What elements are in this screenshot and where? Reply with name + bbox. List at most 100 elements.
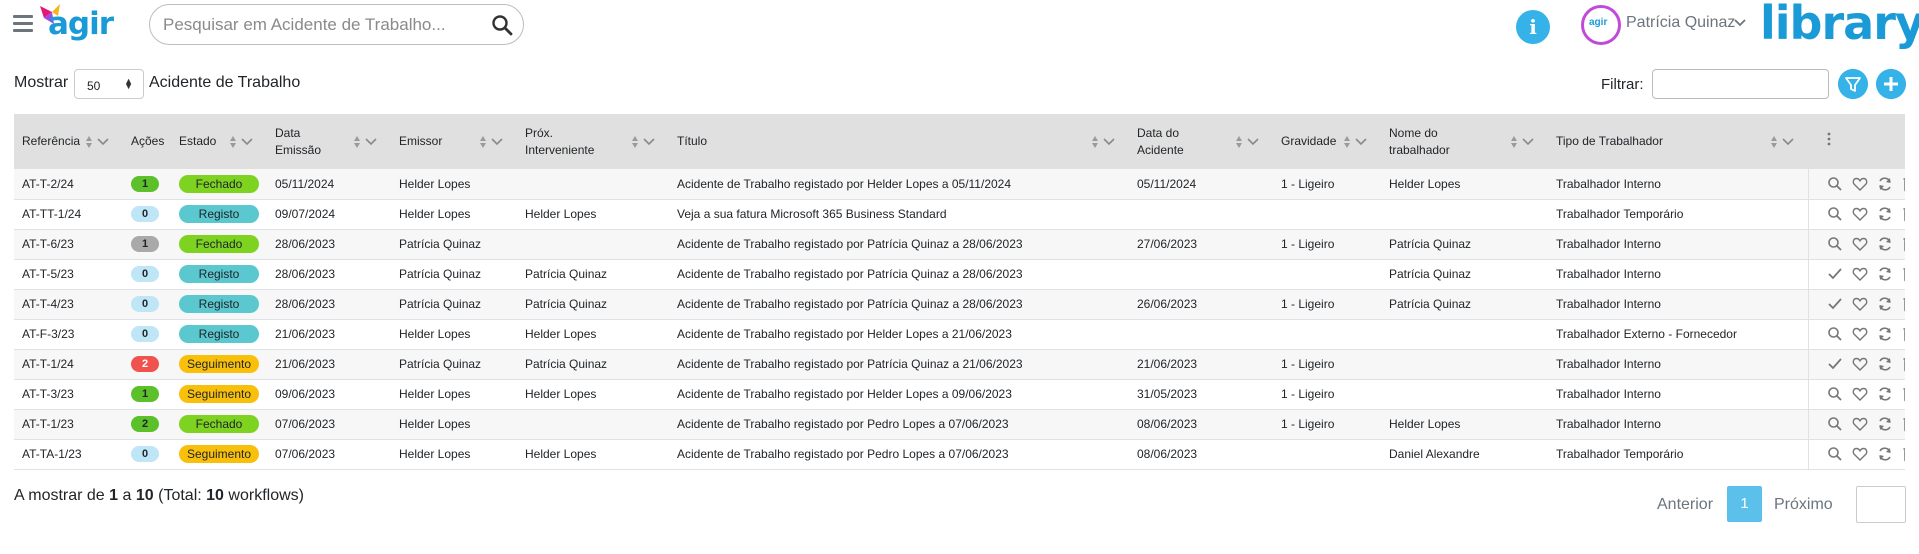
sort-icon[interactable] — [85, 134, 113, 150]
heart-icon[interactable] — [1852, 386, 1868, 402]
view-icon[interactable] — [1827, 326, 1843, 342]
sort-icon[interactable] — [631, 134, 659, 150]
table-row[interactable]: AT-T-1/24 2 Seguimento 21/06/2023 Patrícia Q… — [14, 349, 1905, 379]
view-icon[interactable] — [1827, 386, 1843, 402]
sort-icon[interactable] — [1510, 134, 1538, 150]
user-name[interactable]: Patrícia Quinaz — [1626, 14, 1735, 32]
refresh-icon[interactable] — [1877, 446, 1893, 462]
trash-icon[interactable] — [1902, 446, 1906, 462]
status-badge: Registo — [179, 265, 259, 283]
pagination-previous[interactable]: Anterior — [1657, 496, 1713, 514]
hamburger-menu-icon[interactable] — [13, 15, 33, 32]
column-header-label: Tipo de Trabalhador — [1556, 134, 1663, 148]
trash-icon[interactable] — [1902, 296, 1906, 312]
cell-severity: 1 - Ligeiro — [1281, 387, 1335, 401]
search-input[interactable] — [163, 13, 483, 37]
heart-icon[interactable] — [1852, 446, 1868, 462]
table-row[interactable]: AT-T-3/23 1 Seguimento 09/06/2023 Helder Lop… — [14, 379, 1905, 409]
sort-icon[interactable] — [1091, 134, 1119, 150]
refresh-icon[interactable] — [1877, 326, 1893, 342]
trash-icon[interactable] — [1902, 176, 1906, 192]
trash-icon[interactable] — [1902, 356, 1906, 372]
heart-icon[interactable] — [1852, 236, 1868, 252]
cell-worker-type: Trabalhador Interno — [1556, 417, 1661, 431]
heart-icon[interactable] — [1852, 206, 1868, 222]
column-header-label: Título — [677, 134, 708, 148]
sort-icon[interactable] — [1235, 134, 1263, 150]
refresh-icon[interactable] — [1877, 416, 1893, 432]
view-icon[interactable] — [1827, 236, 1843, 252]
cell-accident-date: 08/06/2023 — [1137, 417, 1198, 431]
heart-icon[interactable] — [1852, 416, 1868, 432]
table-row[interactable]: AT-T-5/23 0 Registo 28/06/2023 Patrícia Quin… — [14, 259, 1905, 289]
info-icon[interactable]: i — [1516, 10, 1550, 44]
more-vertical-icon[interactable] — [1826, 131, 1832, 147]
search-icon[interactable] — [491, 14, 513, 36]
table-row[interactable]: AT-T-4/23 0 Registo 28/06/2023 Patrícia Quin… — [14, 289, 1905, 319]
column-header[interactable]: Título — [669, 114, 1129, 169]
sort-icon[interactable] — [1343, 134, 1371, 150]
view-icon[interactable] — [1827, 176, 1843, 192]
heart-icon[interactable] — [1852, 266, 1868, 282]
table-row[interactable]: AT-TA-1/23 0 Seguimento 07/06/2023 Helder Lo… — [14, 439, 1905, 469]
pagination-next[interactable]: Próximo — [1774, 496, 1833, 514]
refresh-icon[interactable] — [1877, 266, 1893, 282]
refresh-icon[interactable] — [1877, 206, 1893, 222]
trash-icon[interactable] — [1902, 326, 1906, 342]
cell-actions: 1 — [123, 229, 171, 259]
view-icon[interactable] — [1827, 446, 1843, 462]
refresh-icon[interactable] — [1877, 296, 1893, 312]
logo-text[interactable]: agir — [48, 6, 114, 42]
heart-icon[interactable] — [1852, 296, 1868, 312]
trash-icon[interactable] — [1902, 266, 1906, 282]
chevron-down-icon[interactable] — [1734, 18, 1746, 28]
column-header[interactable]: Tipo de Trabalhador — [1548, 114, 1808, 169]
trash-icon[interactable] — [1902, 416, 1906, 432]
column-header[interactable]: Ações — [123, 114, 171, 169]
table-row[interactable]: AT-T-2/24 1 Fechado 05/11/2024 Helder Lopes A… — [14, 169, 1905, 199]
check-icon[interactable] — [1827, 266, 1843, 282]
cell-issuer: Patrícia Quinaz — [399, 297, 482, 311]
pagination-current-page[interactable]: 1 — [1727, 486, 1762, 522]
table-row[interactable]: AT-F-3/23 0 Registo 21/06/2023 Helder Lopes H… — [14, 319, 1905, 349]
column-header[interactable]: Estado — [171, 114, 267, 169]
page-size-select[interactable]: 50 ▲ ▼ — [74, 69, 144, 99]
add-button[interactable] — [1876, 69, 1906, 99]
refresh-icon[interactable] — [1877, 386, 1893, 402]
refresh-icon[interactable] — [1877, 176, 1893, 192]
heart-icon[interactable] — [1852, 176, 1868, 192]
column-header[interactable]: Data Emissão — [267, 114, 391, 169]
table-row[interactable]: AT-T-6/23 1 Fechado 28/06/2023 Patrícia Quin… — [14, 229, 1905, 259]
refresh-icon[interactable] — [1877, 236, 1893, 252]
cell-reference: AT-TT-1/24 — [22, 207, 82, 221]
heart-icon[interactable] — [1852, 356, 1868, 372]
filter-input[interactable] — [1652, 69, 1829, 99]
trash-icon[interactable] — [1902, 206, 1906, 222]
table-row[interactable]: AT-T-1/23 2 Fechado 07/06/2023 Helder Lopes A… — [14, 409, 1905, 439]
sort-icon[interactable] — [353, 134, 381, 150]
view-icon[interactable] — [1827, 206, 1843, 222]
cell-next-intervener: Patrícia Quinaz — [525, 297, 608, 311]
column-header[interactable]: Emissor — [391, 114, 517, 169]
sort-icon[interactable] — [479, 134, 507, 150]
column-header[interactable]: Referência — [14, 114, 123, 169]
trash-icon[interactable] — [1902, 386, 1906, 402]
filter-button[interactable] — [1838, 69, 1868, 99]
table-row[interactable]: AT-TT-1/24 0 Registo 09/07/2024 Helder Lopes… — [14, 199, 1905, 229]
column-header[interactable]: Data do Acidente — [1129, 114, 1273, 169]
sort-icon[interactable] — [229, 134, 257, 150]
column-header[interactable]: Nome do trabalhador — [1381, 114, 1548, 169]
check-icon[interactable] — [1827, 296, 1843, 312]
cell-next-intervener: Helder Lopes — [525, 447, 597, 461]
sort-icon[interactable] — [1770, 134, 1798, 150]
check-icon[interactable] — [1827, 356, 1843, 372]
column-header[interactable]: Próx. Interveniente — [517, 114, 669, 169]
heart-icon[interactable] — [1852, 326, 1868, 342]
column-header[interactable]: Gravidade — [1273, 114, 1381, 169]
column-options[interactable] — [1808, 114, 1905, 169]
trash-icon[interactable] — [1902, 236, 1906, 252]
view-icon[interactable] — [1827, 416, 1843, 432]
avatar[interactable]: agir — [1581, 5, 1621, 45]
refresh-icon[interactable] — [1877, 356, 1893, 372]
page-jump-input[interactable] — [1856, 486, 1906, 523]
